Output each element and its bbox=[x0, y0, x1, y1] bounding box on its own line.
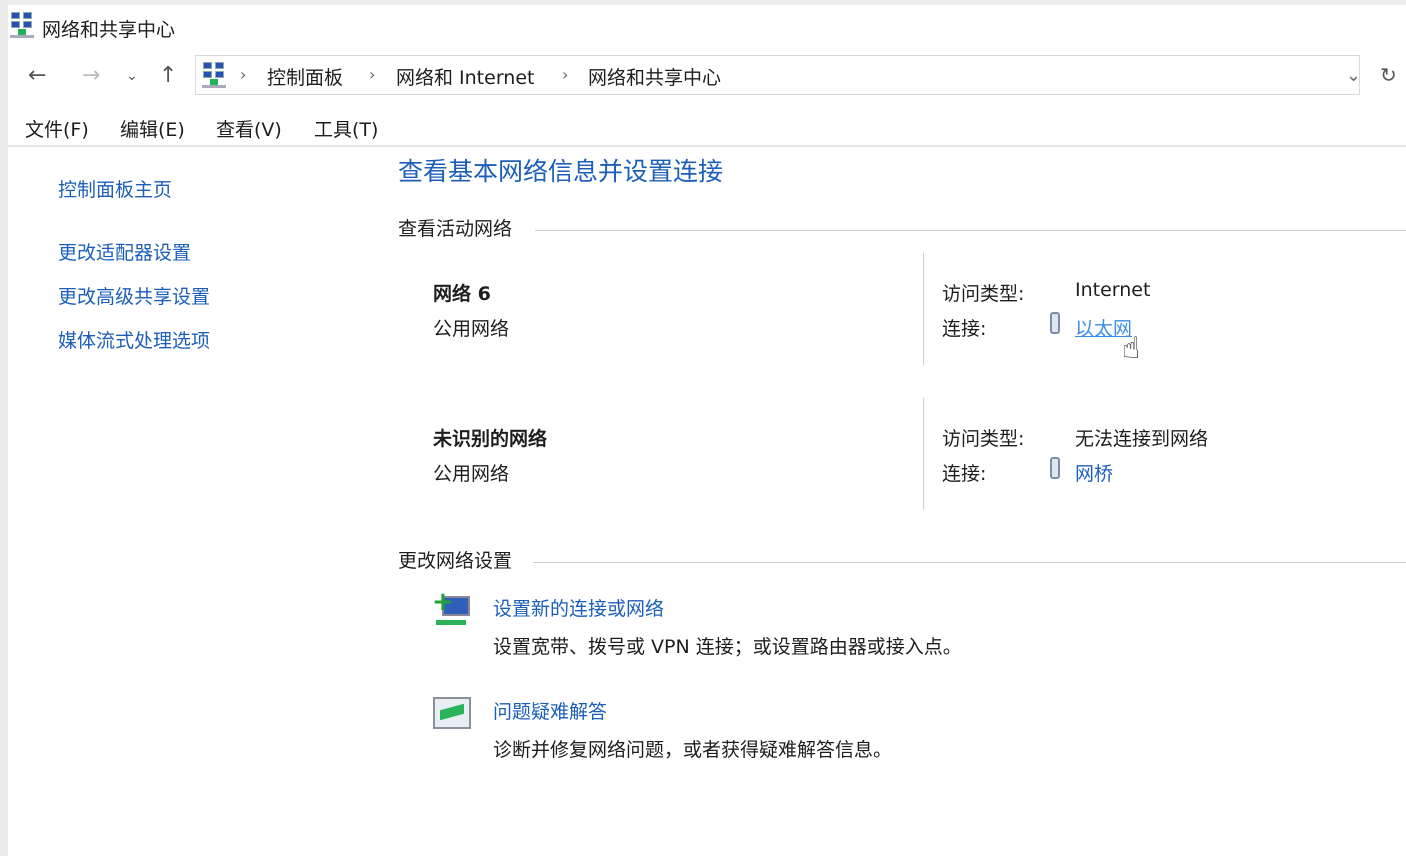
troubleshoot-link[interactable]: 问题疑难解答 bbox=[493, 697, 607, 724]
window-title: 网络和共享中心 bbox=[42, 19, 176, 41]
bridge-link[interactable]: 网桥 bbox=[1075, 459, 1113, 486]
section-change-settings: 更改网络设置 bbox=[398, 550, 513, 572]
divider bbox=[8, 145, 1406, 147]
sidebar-item-media[interactable]: 媒体流式处理选项 bbox=[58, 326, 210, 353]
divider bbox=[533, 562, 1406, 563]
network-name: 网络 6 bbox=[433, 283, 491, 305]
back-button[interactable]: ← bbox=[28, 63, 46, 88]
hand-cursor-icon: ☝ bbox=[1122, 331, 1141, 366]
chevron-right-icon: › bbox=[562, 65, 569, 84]
section-active-networks: 查看活动网络 bbox=[398, 218, 513, 240]
sidebar-item-sharing[interactable]: 更改高级共享设置 bbox=[58, 282, 210, 309]
new-connection-icon: + bbox=[432, 589, 474, 630]
access-type-label: 访问类型: bbox=[942, 283, 1025, 305]
up-button[interactable]: ↑ bbox=[159, 63, 177, 88]
connection-label: 连接: bbox=[942, 318, 987, 340]
recent-dropdown[interactable]: ⌄ bbox=[126, 68, 138, 84]
menu-edit[interactable]: 编辑(E) bbox=[120, 115, 185, 142]
divider bbox=[923, 253, 924, 365]
network-type[interactable]: 公用网络 bbox=[433, 314, 509, 341]
menu-file[interactable]: 文件(F) bbox=[25, 115, 89, 142]
ethernet-icon bbox=[1050, 312, 1060, 334]
page-title: 查看基本网络信息并设置连接 bbox=[398, 157, 724, 186]
menu-view[interactable]: 查看(V) bbox=[216, 115, 282, 142]
sidebar-item-adapter[interactable]: 更改适配器设置 bbox=[58, 238, 191, 265]
divider bbox=[923, 398, 924, 510]
crumb-network-internet[interactable]: 网络和 Internet bbox=[396, 63, 534, 90]
setup-connection-link[interactable]: 设置新的连接或网络 bbox=[493, 594, 664, 621]
menu-tools[interactable]: 工具(T) bbox=[314, 115, 378, 142]
access-type-value: Internet bbox=[1075, 279, 1151, 301]
ethernet-icon bbox=[1050, 457, 1060, 479]
address-bar[interactable]: › 控制面板 › 网络和 Internet › 网络和共享中心 ⌄ bbox=[195, 55, 1361, 95]
crumb-control-panel[interactable]: 控制面板 bbox=[267, 63, 343, 90]
network-name: 未识别的网络 bbox=[433, 428, 548, 450]
window: 网络和共享中心 ← → ⌄ ↑ › 控制面板 › 网络和 Internet › … bbox=[8, 5, 1406, 856]
network-type[interactable]: 公用网络 bbox=[433, 459, 509, 486]
divider bbox=[535, 230, 1406, 231]
chevron-right-icon: › bbox=[240, 65, 247, 84]
sidebar-item-home[interactable]: 控制面板主页 bbox=[58, 175, 172, 202]
connection-label: 连接: bbox=[942, 463, 987, 485]
chevron-down-icon[interactable]: ⌄ bbox=[1346, 65, 1361, 86]
refresh-icon[interactable]: ↻ bbox=[1380, 63, 1397, 87]
access-type-value: 无法连接到网络 bbox=[1075, 428, 1209, 450]
access-type-label: 访问类型: bbox=[942, 428, 1025, 450]
network-icon bbox=[202, 62, 226, 88]
troubleshoot-icon bbox=[433, 697, 471, 729]
forward-button[interactable]: → bbox=[82, 63, 100, 88]
task-description: 设置宽带、拨号或 VPN 连接；或设置路由器或接入点。 bbox=[493, 636, 962, 658]
crumb-network-center[interactable]: 网络和共享中心 bbox=[588, 63, 721, 90]
chevron-right-icon: › bbox=[369, 65, 376, 84]
task-description: 诊断并修复网络问题，或者获得疑难解答信息。 bbox=[493, 739, 893, 761]
network-center-icon bbox=[10, 12, 34, 38]
